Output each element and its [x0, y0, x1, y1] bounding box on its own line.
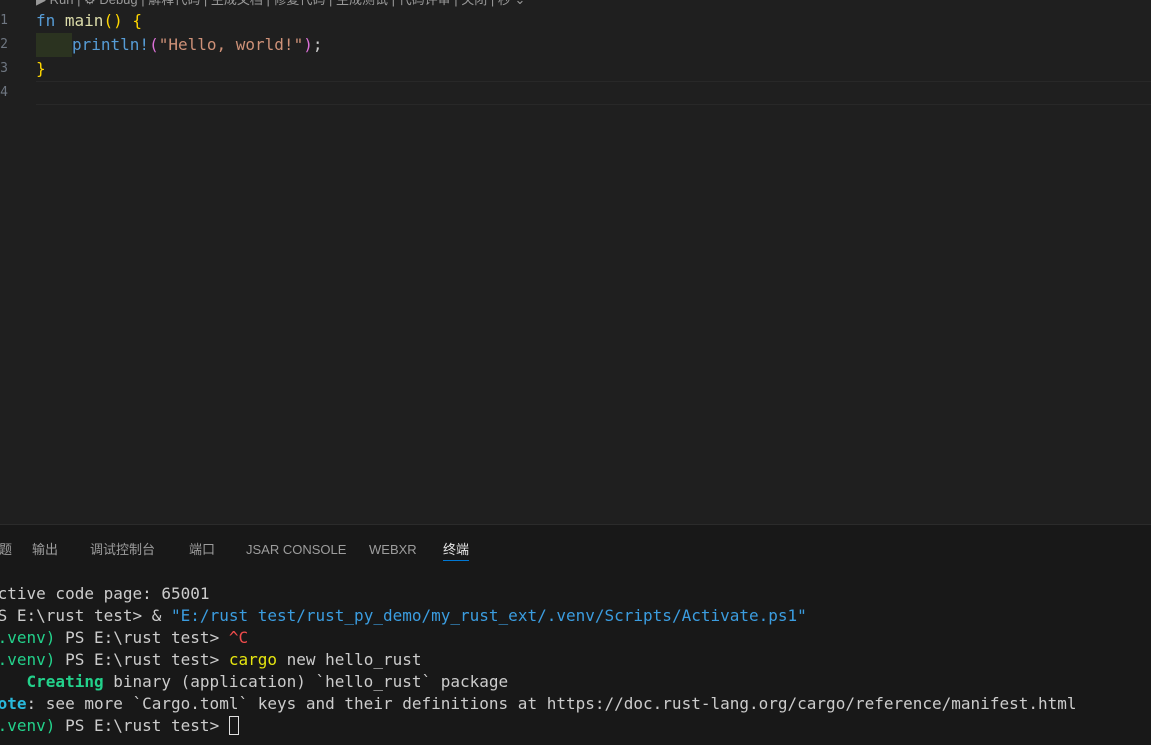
code-lines[interactable]: fn main() { println!("Hello, world!"); }	[36, 9, 1151, 105]
command-args: new hello_rust	[277, 650, 422, 669]
prompt: PS E:\rust test> &	[0, 606, 172, 625]
code-line-2[interactable]: println!("Hello, world!");	[36, 33, 1151, 57]
open-brace: {	[132, 11, 142, 30]
line-number: 3	[0, 61, 8, 76]
venv-label: (.venv)	[0, 716, 56, 735]
terminal-cursor[interactable]	[228, 716, 239, 735]
parens: ()	[103, 11, 123, 30]
command: cargo	[228, 650, 277, 669]
indent-guide	[36, 33, 72, 57]
note-label: note	[0, 694, 27, 713]
codelens-actions[interactable]: ▶ Run | ⚙ Debug | 解释代码 | 生成文档 | 修复代码 | 生…	[36, 0, 525, 9]
code-line-1[interactable]: fn main() {	[36, 9, 1151, 33]
open-paren: (	[149, 35, 159, 54]
tab-debug-console[interactable]: 调试控制台	[90, 540, 155, 560]
script-path: "E:/rust test/rust_py_demo/my_rust_ext/.…	[171, 606, 807, 625]
tab-ports[interactable]: 端口	[189, 540, 215, 560]
interrupt: ^C	[228, 628, 249, 647]
prompt: PS E:\rust test>	[55, 650, 229, 669]
terminal-line: PS E:\rust test> & "E:/rust test/rust_py…	[0, 605, 1151, 627]
close-brace: }	[36, 59, 46, 78]
code-line-3[interactable]: }	[36, 57, 1151, 81]
tab-jsar-console[interactable]: JSAR CONSOLE	[246, 540, 346, 560]
terminal-output[interactable]: Active code page: 65001 PS E:\rust test>…	[0, 583, 1151, 737]
terminal-line: Active code page: 65001	[0, 584, 210, 603]
code-editor[interactable]: ▶ Run | ⚙ Debug | 解释代码 | 生成文档 | 修复代码 | 生…	[0, 0, 1151, 524]
venv-label: (.venv)	[0, 628, 56, 647]
close-paren: )	[303, 35, 313, 54]
semicolon: ;	[312, 35, 323, 54]
tab-terminal[interactable]: 终端	[443, 540, 470, 561]
keyword-fn: fn	[36, 11, 56, 30]
function-name: main	[64, 11, 104, 30]
line-number: 1	[0, 13, 8, 28]
line-number: 2	[0, 37, 8, 52]
line-number: 4	[0, 85, 8, 100]
string-literal: "Hello, world!"	[158, 35, 304, 54]
terminal-line: (.venv) PS E:\rust test> ^C	[0, 627, 1151, 649]
prompt: PS E:\rust test>	[55, 628, 229, 647]
panel-tabs: 问题 输出 调试控制台 端口 JSAR CONSOLE WEBXR 终端	[0, 525, 1151, 573]
terminal-line: note: see more `Cargo.toml` keys and the…	[0, 693, 1151, 715]
code-line-4-current[interactable]	[36, 81, 1151, 105]
terminal-line: (.venv) PS E:\rust test> cargo new hello…	[0, 649, 1151, 671]
tab-problems[interactable]: 问题	[0, 540, 12, 560]
tab-webxr[interactable]: WEBXR	[369, 540, 417, 560]
status-text: binary (application) `hello_rust` packag…	[103, 672, 509, 691]
bottom-panel: 问题 输出 调试控制台 端口 JSAR CONSOLE WEBXR 终端 Act…	[0, 524, 1151, 745]
terminal-line: (.venv) PS E:\rust test>	[0, 715, 1151, 737]
tab-output[interactable]: 输出	[32, 540, 58, 560]
note-text: : see more `Cargo.toml` keys and their d…	[26, 694, 1077, 713]
status-word: Creating	[26, 672, 104, 691]
terminal-line: Creating binary (application) `hello_rus…	[0, 671, 1151, 693]
macro-name: println!	[72, 35, 150, 54]
prompt: PS E:\rust test>	[55, 716, 229, 735]
line-number-gutter: 1 2 3 4	[0, 9, 8, 105]
venv-label: (.venv)	[0, 650, 56, 669]
